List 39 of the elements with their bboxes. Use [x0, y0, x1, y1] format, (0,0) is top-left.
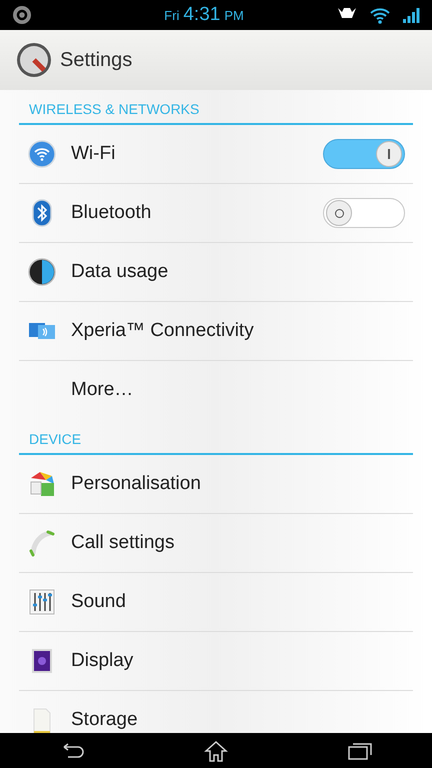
- settings-item[interactable]: Wi-Fi: [19, 125, 413, 184]
- settings-item[interactable]: Data usage: [19, 243, 413, 302]
- recent-apps-icon[interactable]: [348, 742, 372, 760]
- item-label: Personalisation: [71, 472, 202, 496]
- status-ampm: PM: [224, 6, 244, 25]
- settings-item[interactable]: Call settings: [19, 514, 413, 573]
- settings-item[interactable]: Xperia™ Connectivity: [19, 302, 413, 361]
- equalizer-icon: [28, 588, 56, 616]
- status-time: 4:31: [183, 2, 220, 27]
- item-label: Sound: [71, 590, 127, 614]
- notification-icon: [12, 5, 32, 25]
- phone-handset-icon: [28, 529, 56, 557]
- section-header: WIRELESS & NETWORKS: [29, 100, 200, 119]
- toggle-switch[interactable]: [323, 139, 405, 169]
- pie-chart-icon: [28, 258, 56, 286]
- item-label: Wi-Fi: [71, 142, 116, 166]
- item-label: Bluetooth: [71, 200, 152, 225]
- item-label: More…: [71, 378, 134, 402]
- item-label: Call settings: [71, 530, 176, 555]
- page-title: Settings: [60, 48, 132, 73]
- wifi-signal-icon: [370, 6, 390, 24]
- settings-item[interactable]: Display: [19, 632, 413, 691]
- item-label: Xperia™ Connectivity: [71, 318, 255, 343]
- status-day: Fri: [164, 6, 180, 26]
- settings-item[interactable]: Bluetooth: [19, 184, 413, 243]
- cell-signal-icon: [402, 6, 420, 24]
- section-header: DEVICE: [29, 430, 82, 449]
- settings-item[interactable]: Sound: [19, 573, 413, 632]
- wifi-icon: [28, 140, 56, 168]
- item-label: Storage: [71, 708, 139, 732]
- settings-item[interactable]: Personalisation: [19, 455, 413, 514]
- home-icon[interactable]: [204, 740, 228, 762]
- item-label: Display: [71, 648, 134, 673]
- settings-item[interactable]: Storage: [19, 691, 413, 733]
- palette-icon: [28, 470, 56, 498]
- settings-item[interactable]: More…: [19, 361, 413, 420]
- item-label: Data usage: [71, 260, 170, 284]
- toggle-switch[interactable]: [323, 198, 405, 228]
- gauge-icon: [16, 42, 52, 78]
